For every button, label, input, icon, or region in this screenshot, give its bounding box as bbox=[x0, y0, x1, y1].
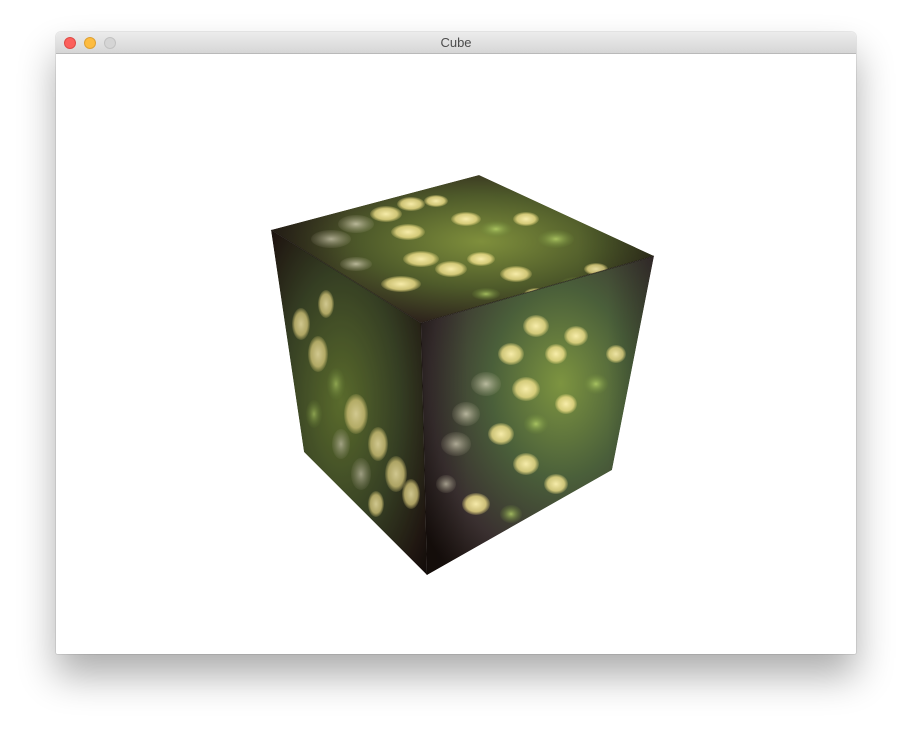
window-title: Cube bbox=[440, 35, 472, 50]
render-canvas[interactable] bbox=[56, 54, 856, 654]
cube-scene bbox=[270, 175, 655, 576]
app-window: Cube bbox=[56, 32, 856, 654]
title-bar[interactable]: Cube bbox=[56, 32, 856, 54]
